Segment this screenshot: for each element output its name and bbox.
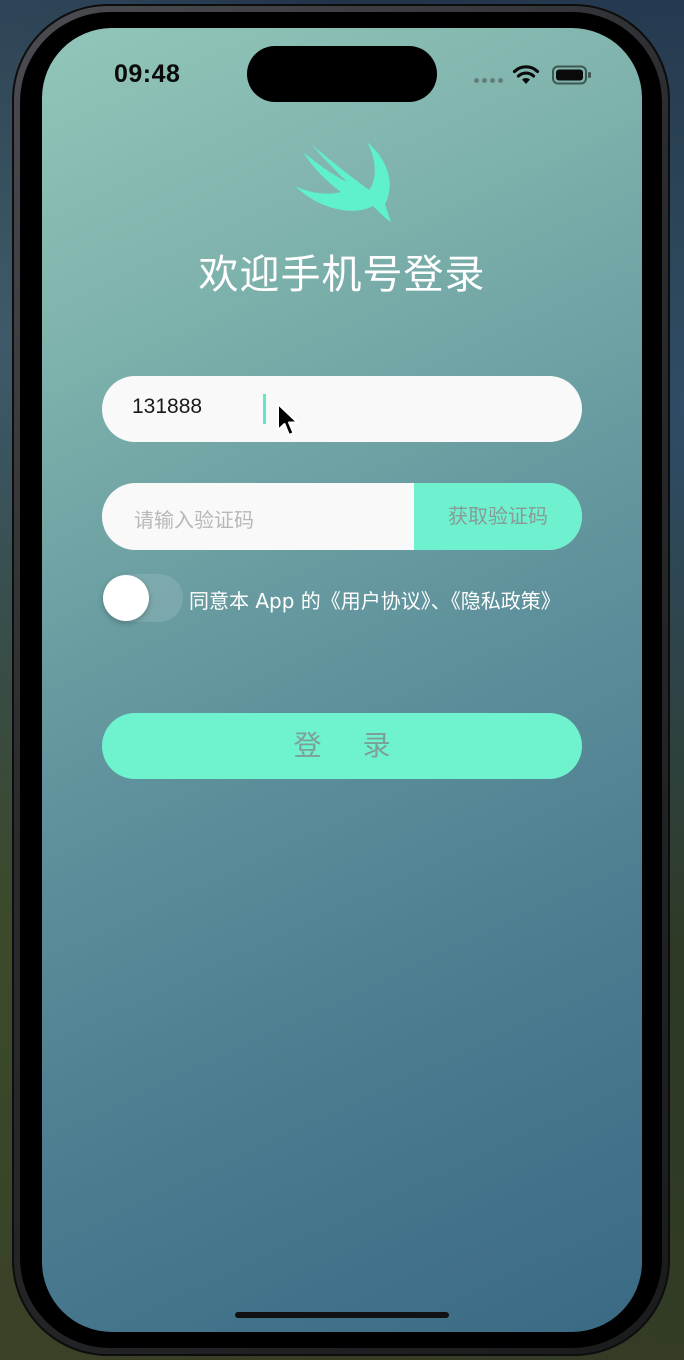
phone-number-field[interactable]: 131888 [102, 376, 582, 442]
phone-number-value: 131888 [132, 395, 203, 418]
mouse-pointer-icon [277, 403, 299, 436]
status-time: 09:48 [114, 60, 181, 88]
text-caret [263, 394, 266, 424]
toggle-knob [103, 575, 149, 621]
wifi-icon [512, 65, 540, 84]
app-screen: 09:48 欢迎手机号登录 131888 请输入验证码 获取验证码 同意本 Ap… [42, 28, 642, 1332]
swift-bird-icon [295, 142, 391, 222]
login-button[interactable]: 登 录 [102, 713, 582, 779]
status-bar: 09:48 [42, 28, 642, 118]
battery-icon [552, 65, 591, 85]
agreement-toggle[interactable] [103, 574, 183, 622]
verification-code-placeholder: 请输入验证码 [134, 508, 254, 532]
dynamic-island [247, 46, 437, 102]
agreement-text: 同意本 App 的《用户协议》、《隐私政策》 [189, 589, 561, 613]
home-indicator [235, 1312, 449, 1318]
page-title: 欢迎手机号登录 [198, 252, 486, 298]
cellular-signal-icon [474, 76, 506, 84]
get-code-button[interactable]: 获取验证码 [414, 483, 582, 550]
verification-code-field[interactable]: 请输入验证码 获取验证码 [102, 483, 582, 550]
